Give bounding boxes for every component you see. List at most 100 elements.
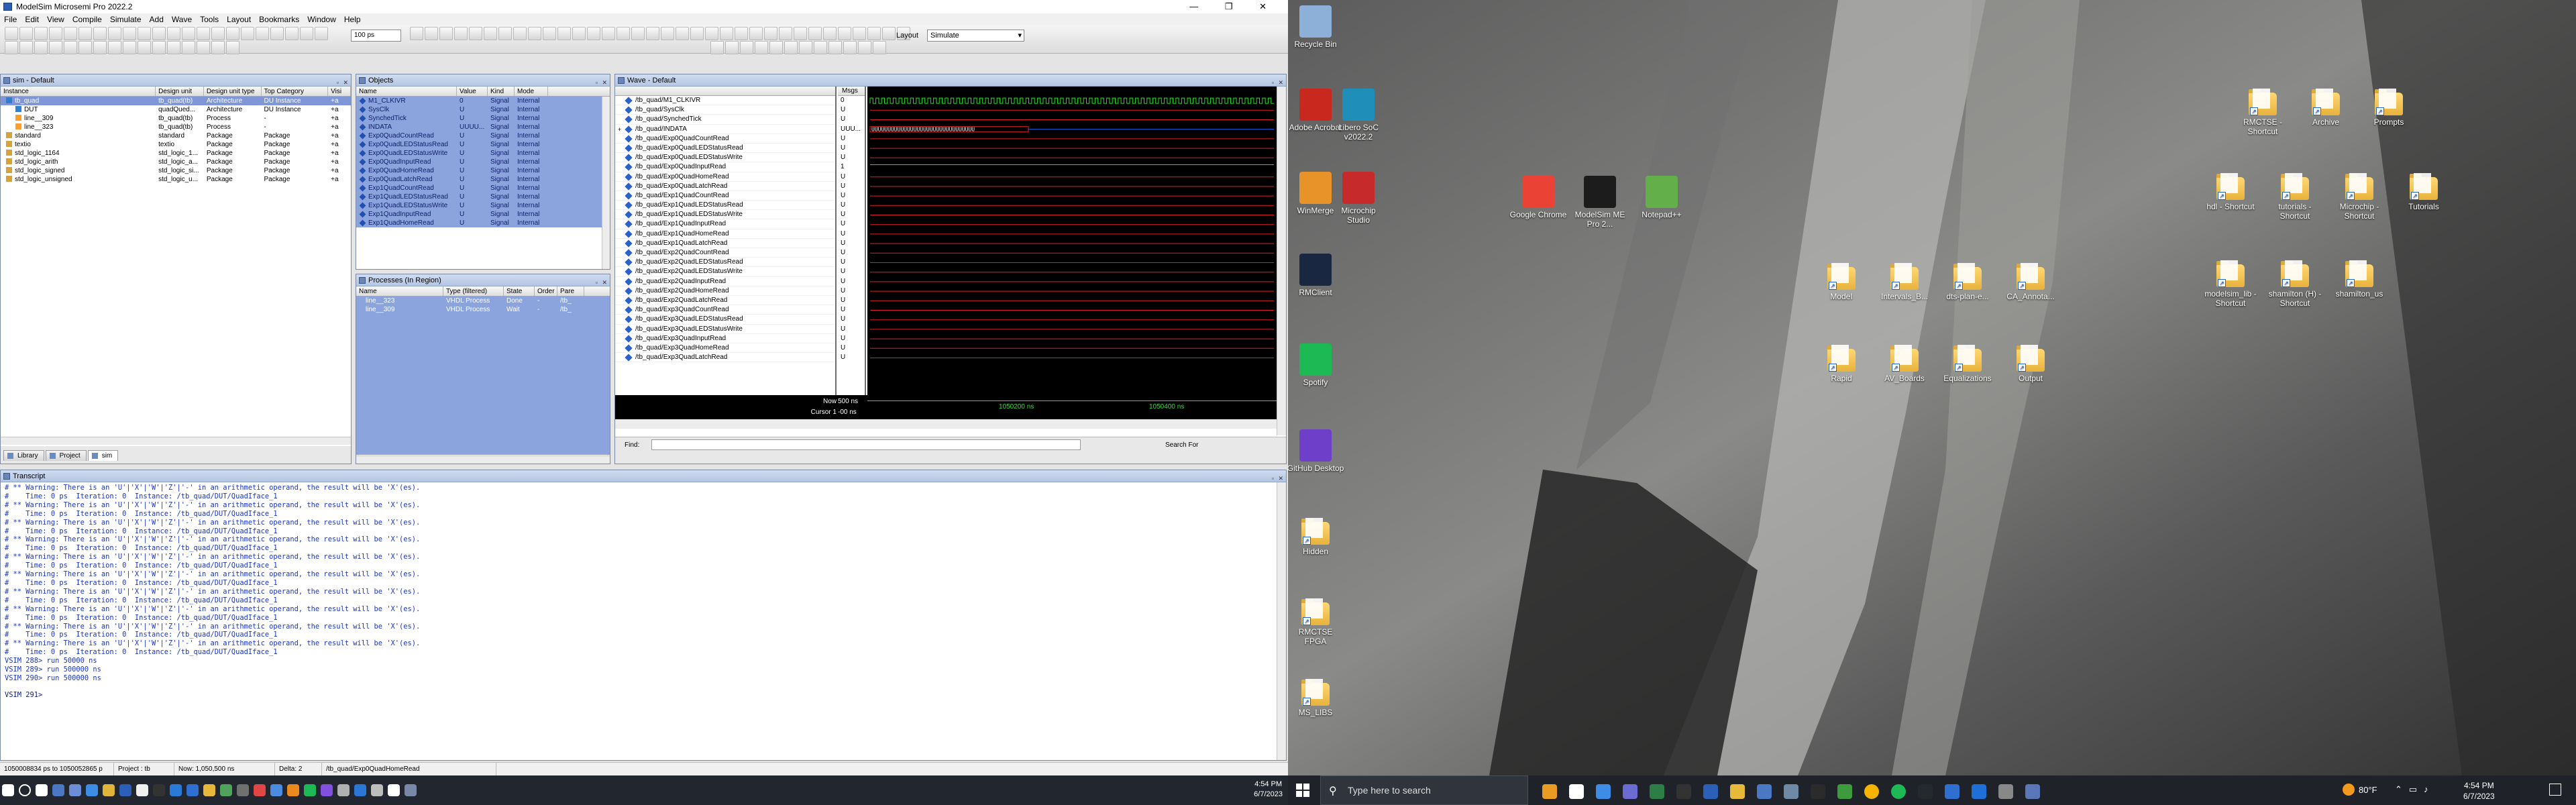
wave-signal-name[interactable]: /tb_quad/Exp2QuadLEDStatusWrite <box>615 267 835 277</box>
toolbar-button-icon[interactable] <box>5 41 18 54</box>
object-row[interactable]: Exp0QuadLEDStatusRead U Signal Internal <box>356 140 610 149</box>
desktop-icon-libero-soc-v2022-2[interactable]: Libero SoC v2022.2 <box>1330 89 1387 142</box>
desktop-folder-ca-annota-[interactable]: ↗ CA_Annota... <box>2002 262 2059 301</box>
search-for-label[interactable]: Search For <box>1165 441 1198 449</box>
pane-controls[interactable]: ▫ ✕ <box>1272 76 1285 86</box>
object-row[interactable]: Exp1QuadLEDStatusWrite U Signal Internal <box>356 201 610 210</box>
wave-signal-name[interactable]: /tb_quad/Exp0QuadInputRead <box>615 162 835 172</box>
toolbar-button-icon[interactable] <box>152 41 166 54</box>
desktop-folder-output[interactable]: ↗ Output <box>2002 343 2059 383</box>
toolbar-button-icon[interactable] <box>838 27 851 40</box>
toolbar-button-icon[interactable] <box>152 27 166 40</box>
desktop-folder-prompts[interactable]: ↗ Prompts <box>2360 87 2418 127</box>
toolbar-button-icon[interactable] <box>197 27 210 40</box>
toolbar-button-icon[interactable] <box>439 27 453 40</box>
toolbar-button-icon[interactable] <box>167 41 180 54</box>
object-row[interactable]: Exp0QuadCountRead U Signal Internal <box>356 131 610 140</box>
taskbar-app-icon[interactable] <box>0 775 17 805</box>
taskbar-app-icon[interactable] <box>168 775 184 805</box>
object-row[interactable]: SynchedTick U Signal Internal <box>356 114 610 123</box>
tray-icons[interactable]: ⌃▭♪ <box>2395 784 2435 795</box>
column-header-pare[interactable]: Pare <box>557 286 584 296</box>
wave-signal-name[interactable]: /tb_quad/Exp2QuadInputRead <box>615 277 835 286</box>
toolbar-button-icon[interactable] <box>602 27 615 40</box>
step-value-input[interactable]: 100 ps <box>351 30 401 42</box>
wave-signal-name[interactable]: /tb_quad/Exp0QuadHomeRead <box>615 172 835 182</box>
taskbar-app-icon[interactable] <box>184 775 201 805</box>
column-header-mode[interactable]: Mode <box>515 87 548 96</box>
wave-signal-name[interactable]: /tb_quad/Exp1QuadLEDStatusRead <box>615 201 835 211</box>
menu-file[interactable]: File <box>4 15 17 24</box>
transcript-prompt[interactable]: VSIM 291> <box>1 691 1286 700</box>
taskbar-app-icon[interactable] <box>1724 775 1751 805</box>
toolbar-button-icon[interactable] <box>226 41 239 54</box>
toolbar-button-icon[interactable] <box>705 27 718 40</box>
taskbar-app-icon[interactable] <box>252 775 268 805</box>
wave-signal-name[interactable]: /tb_quad/Exp0QuadLEDStatusRead <box>615 144 835 154</box>
toolbar-button-icon[interactable] <box>808 27 822 40</box>
toolbar-button-icon[interactable] <box>285 27 299 40</box>
wave-signal-name[interactable]: /tb_quad/Exp2QuadLEDStatusRead <box>615 258 835 268</box>
wave-signal-name[interactable]: /tb_quad/Exp3QuadLatchRead <box>615 353 835 363</box>
desktop-icon-recycle-bin[interactable]: Recycle Bin <box>1288 5 1344 49</box>
taskbar-app-icon[interactable] <box>1831 775 1858 805</box>
toolbar-button-icon[interactable] <box>828 41 842 54</box>
object-row[interactable]: Exp0QuadLEDStatusWrite U Signal Internal <box>356 149 610 158</box>
toolbar-button-icon[interactable] <box>484 27 497 40</box>
toolbar-button-icon[interactable] <box>49 27 62 40</box>
column-header-value[interactable]: Value <box>457 87 488 96</box>
weather-temp[interactable]: 80°F <box>2359 785 2377 795</box>
taskbar-app-icon[interactable] <box>1858 775 1885 805</box>
notification-icon[interactable] <box>2549 784 2561 796</box>
object-row[interactable]: M1_CLKIVR 0 Signal Internal <box>356 97 610 105</box>
desktop-folder-archive[interactable]: ↗ Archive <box>2297 87 2355 127</box>
desktop-folder-microchip-shortcut[interactable]: ↗ Microchip - Shortcut <box>2330 172 2388 221</box>
instance-row[interactable]: std_logic_signed std_logic_si... Package Pa… <box>1 166 351 175</box>
toolbar-button-icon[interactable] <box>123 27 136 40</box>
window-controls[interactable]: — ❐ ✕ <box>1189 0 1279 13</box>
wave-vertical-scrollbar[interactable] <box>1277 87 1286 435</box>
toolbar-button-icon[interactable] <box>873 41 886 54</box>
toolbar-button-icon[interactable] <box>226 27 239 40</box>
windows-start-icon[interactable] <box>1296 784 1309 797</box>
toolbar-button-icon[interactable] <box>749 27 763 40</box>
wave-signal-name[interactable]: /tb_quad/Exp2QuadHomeRead <box>615 286 835 296</box>
toolbar-button-icon[interactable] <box>49 41 62 54</box>
taskbar-app-icon[interactable] <box>17 775 34 805</box>
toolbar-button-icon[interactable] <box>740 41 753 54</box>
taskbar-search-input[interactable]: Type here to search <box>1348 785 1431 796</box>
desktop-icon-microchip-studio[interactable]: Microchip Studio <box>1330 172 1387 225</box>
wave-signal-name[interactable]: /tb_quad/Exp2QuadLatchRead <box>615 296 835 306</box>
wave-horizontal-scrollbar[interactable] <box>615 419 1277 429</box>
toolbar-button-icon[interactable] <box>572 27 586 40</box>
desktop-folder-equalizations[interactable]: ↗ Equalizations <box>1939 343 1996 383</box>
taskbar-app-icon[interactable] <box>1697 775 1724 805</box>
toolbar-button-icon[interactable] <box>211 41 225 54</box>
toolbar-button-icon[interactable] <box>528 27 541 40</box>
pane-controls[interactable]: ▫ ✕ <box>596 76 608 86</box>
taskbar-app-icon[interactable] <box>319 775 335 805</box>
taskbar-app-icon[interactable] <box>1885 775 1912 805</box>
menu-help[interactable]: Help <box>344 15 361 24</box>
toolbar-button-icon[interactable] <box>769 41 783 54</box>
taskbar-app-icon[interactable] <box>1751 775 1778 805</box>
toolbar-button-icon[interactable] <box>34 27 48 40</box>
toolbar-button-icon[interactable] <box>454 27 468 40</box>
toolbar-button-icon[interactable] <box>661 27 674 40</box>
toolbar-button-icon[interactable] <box>799 41 812 54</box>
tab-library[interactable]: Library <box>3 450 44 461</box>
menu-tools[interactable]: Tools <box>200 15 219 24</box>
layout-select[interactable]: Simulate ▾ <box>927 30 1024 42</box>
wave-signal-name[interactable]: /tb_quad/Exp3QuadCountRead <box>615 305 835 315</box>
desktop-folder-shamilton-h-shortcut[interactable]: ↗ shamilton (H) - Shortcut <box>2266 259 2324 308</box>
expand-icon[interactable]: + <box>618 125 621 134</box>
wave-signal-name[interactable]: /tb_quad/Exp2QuadCountRead <box>615 248 835 258</box>
toolbar-button-icon[interactable] <box>34 41 48 54</box>
toolbar-button-icon[interactable] <box>616 27 630 40</box>
toolbar-button-icon[interactable] <box>138 41 151 54</box>
taskbar-app-icon[interactable] <box>285 775 302 805</box>
toolbar-button-icon[interactable] <box>557 27 571 40</box>
toolbar-button-icon[interactable] <box>270 27 284 40</box>
desktop-folder-shamilton-us[interactable]: ↗ shamilton_us <box>2330 259 2388 299</box>
taskbar-app-icon[interactable] <box>402 775 419 805</box>
